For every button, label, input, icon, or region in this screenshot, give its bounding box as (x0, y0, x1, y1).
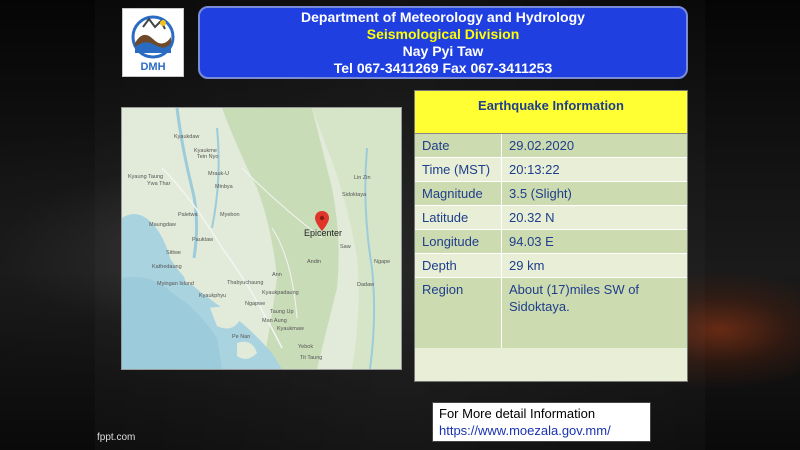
dmh-logo-graphic: DMH (131, 15, 175, 73)
row-value: 3.5 (Slight) (509, 186, 572, 201)
watermark: fppt.com (97, 432, 136, 443)
map-label: Kyaukpadaung (262, 290, 299, 296)
row-label: Date (415, 134, 502, 157)
row-value: 20.32 N (509, 210, 555, 225)
info-row-time: Time (MST) 20:13:22 (415, 158, 687, 182)
info-row-longitude: Longitude 94.03 E (415, 230, 687, 254)
map-label: Kyaukmaw (277, 326, 304, 332)
map-label: Dadaw (357, 282, 374, 288)
map-label: Pauktaw (192, 237, 213, 243)
map-label: Man Aung (262, 318, 287, 324)
contact-numbers: Tel 067-3411269 Fax 067-3411253 (333, 60, 553, 76)
map-label: Kyaukdaw (174, 134, 199, 140)
map-label: Kyaung Taung (128, 174, 163, 180)
map-label: Ngapwe (245, 301, 265, 307)
info-table-title: Earthquake Information (415, 91, 687, 134)
epicenter-label: Epicenter (304, 228, 342, 238)
map-label: Ann (272, 272, 282, 278)
map-label: Lin Zin (354, 175, 371, 181)
map-label: Sidoktaya (342, 192, 367, 198)
row-value: About (17)miles SW of Sidoktaya. (509, 282, 640, 314)
map-label: Paletwa (178, 212, 199, 218)
row-label: Region (415, 278, 502, 348)
map-label: Pe Nan (232, 334, 250, 340)
row-label: Latitude (415, 206, 502, 229)
map-label: Myingan Island (157, 281, 194, 287)
map-label: Taung Up (270, 309, 294, 315)
info-row-latitude: Latitude 20.32 N (415, 206, 687, 230)
map-graphic: Kyaukdaw Kyaukme Tein Nyo Mrauk-U Kyaung… (122, 108, 401, 369)
map-label: Myebon (220, 212, 240, 218)
info-row-region: Region About (17)miles SW of Sidoktaya. (415, 278, 687, 348)
map-label: Mrauk-U (208, 171, 229, 177)
map-label: Thabyuchaung (227, 280, 263, 286)
info-row-date: Date 29.02.2020 (415, 134, 687, 158)
map-label: Sittwe (166, 250, 181, 256)
row-value: 20:13:22 (509, 162, 560, 177)
map-label: Ngape (374, 259, 390, 265)
department-name: Department of Meteorology and Hydrology (301, 9, 585, 25)
earthquake-info-table: Earthquake Information Date 29.02.2020 T… (414, 90, 688, 382)
map-label: Tein Nyo (197, 154, 218, 160)
row-value: 94.03 E (509, 234, 554, 249)
location-name: Nay Pyi Taw (402, 43, 484, 59)
row-label: Time (MST) (415, 158, 502, 181)
row-label: Longitude (415, 230, 502, 253)
header-banner: Department of Meteorology and Hydrology … (198, 6, 688, 79)
division-name: Seismological Division (366, 26, 520, 42)
row-label: Depth (415, 254, 502, 277)
row-value: 29 km (509, 258, 545, 273)
dmh-logo: DMH (122, 8, 184, 77)
logo-text: DMH (140, 61, 165, 73)
map-label: Minbya (215, 184, 234, 190)
map-label: Kyaukphyu (199, 293, 226, 299)
more-info-box: For More detail Information https://www.… (432, 402, 651, 442)
info-row-magnitude: Magnitude 3.5 (Slight) (415, 182, 687, 206)
map-label: Andin (307, 259, 321, 265)
info-row-depth: Depth 29 km (415, 254, 687, 278)
more-info-text: For More detail Information (439, 406, 596, 421)
row-label: Magnitude (415, 182, 502, 205)
row-value: 29.02.2020 (509, 138, 575, 153)
map-label: Maungdaw (149, 222, 176, 228)
epicenter-map: Kyaukdaw Kyaukme Tein Nyo Mrauk-U Kyaung… (121, 107, 402, 370)
website-link[interactable]: https://www.moezala.gov.mm/ (439, 422, 650, 439)
map-label: Tit Taung (300, 355, 322, 361)
map-label: Ywa Thar (147, 181, 171, 187)
map-label: Saw (340, 244, 351, 250)
map-label: Kathedaung (152, 264, 182, 270)
map-label: Yebok (298, 344, 313, 350)
